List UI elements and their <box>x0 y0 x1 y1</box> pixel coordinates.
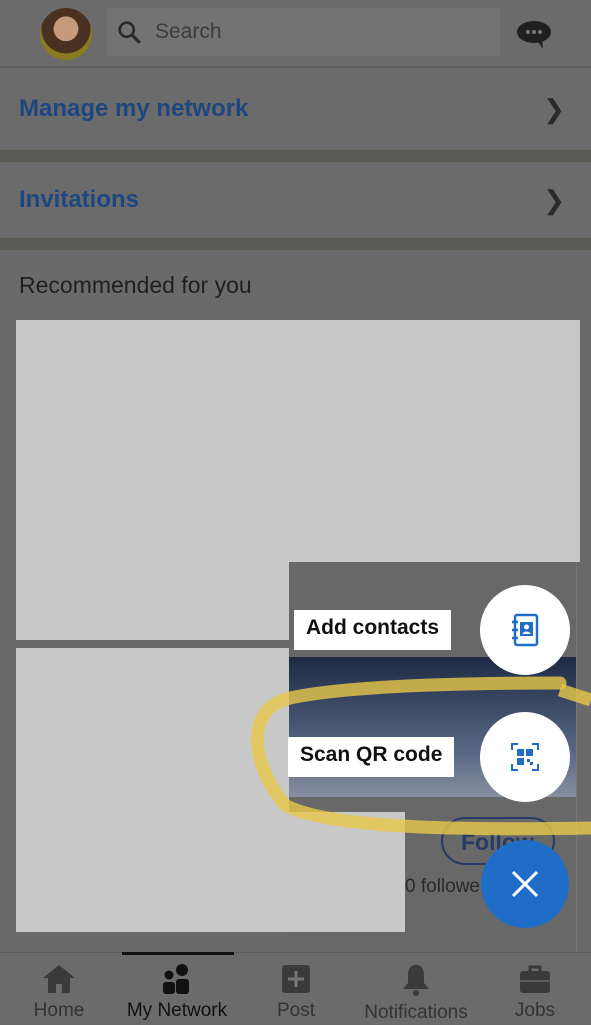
close-menu-button[interactable] <box>481 840 569 928</box>
nav-label: Home <box>33 1000 85 1021</box>
nav-label: My Network <box>126 1000 228 1021</box>
network-icon <box>163 964 189 994</box>
nav-notifications[interactable]: Notifications <box>356 953 476 1025</box>
redacted-region <box>289 812 405 932</box>
nav-home[interactable]: Home <box>0 953 118 1025</box>
scan-qr-button[interactable] <box>480 712 570 802</box>
search-icon <box>118 21 141 44</box>
followers-count: 0 followe <box>405 876 480 897</box>
chat-bubble-icon[interactable] <box>515 20 553 50</box>
nav-post[interactable]: Post <box>237 953 355 1025</box>
nav-label: Post <box>276 1000 316 1021</box>
nav-jobs[interactable]: Jobs <box>476 953 591 1025</box>
chevron-right-icon: ❯ <box>543 94 565 124</box>
search-placeholder: Search <box>155 20 222 43</box>
redacted-region <box>16 320 580 562</box>
briefcase-icon <box>520 965 550 993</box>
manage-network-label: Manage my network <box>19 95 249 122</box>
add-contacts-label[interactable]: Add contacts <box>294 610 452 650</box>
chevron-right-icon: ❯ <box>543 185 565 215</box>
nav-label: Notifications <box>364 1002 468 1023</box>
redacted-region <box>16 562 289 640</box>
invitations-label: Invitations <box>19 186 140 213</box>
redacted-region <box>16 648 289 932</box>
active-tab-indicator <box>122 952 234 955</box>
invitations-row[interactable]: Invitations ❯ <box>0 162 591 238</box>
nav-label: Jobs <box>514 1000 556 1021</box>
bottom-nav: Home My Network Post Notifications Jobs <box>0 952 591 1024</box>
section-title: Recommended for you <box>19 272 252 298</box>
qr-code-icon <box>511 743 539 771</box>
scan-qr-label[interactable]: Scan QR code <box>288 737 455 777</box>
home-icon <box>43 965 75 993</box>
divider <box>0 238 591 250</box>
avatar[interactable] <box>40 8 92 60</box>
bell-icon <box>403 965 429 996</box>
plus-square-icon <box>282 965 310 993</box>
nav-my-network[interactable]: My Network <box>118 953 236 1025</box>
search-input[interactable]: Search <box>107 8 500 56</box>
address-book-icon <box>512 613 539 647</box>
add-contacts-button[interactable] <box>480 585 570 675</box>
close-icon <box>511 870 539 898</box>
divider <box>0 150 591 162</box>
manage-network-row[interactable]: Manage my network ❯ <box>0 70 591 150</box>
